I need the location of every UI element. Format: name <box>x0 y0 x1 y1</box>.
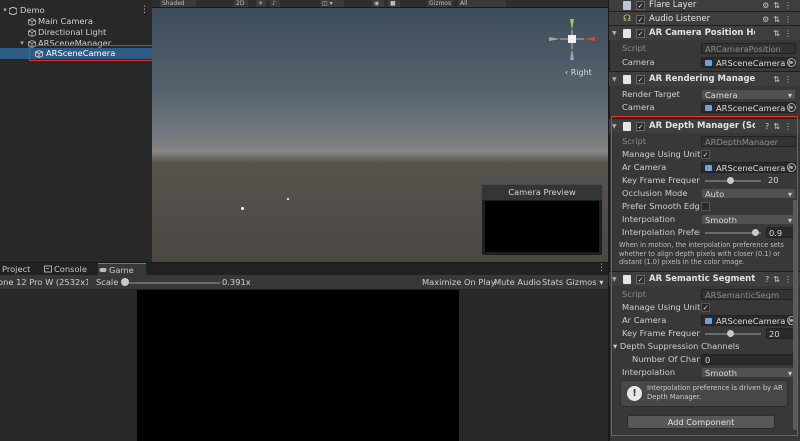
gizmos-dropdown[interactable]: Gizmos ▾ <box>566 275 603 290</box>
gizmo-view-label: ‹ Right <box>565 68 592 77</box>
component-header-ar-camera-position-helper[interactable]: ▼ ✓ AR Camera Position Helper ⇅⋮ <box>609 25 800 40</box>
hierarchy-item-directional-light[interactable]: Directional Light <box>0 27 152 38</box>
tab-console[interactable]: Console <box>43 263 95 275</box>
maximize-on-play-toggle[interactable]: Maximize On Play <box>422 275 496 290</box>
gizmos-dropdown[interactable]: Gizmos <box>427 0 453 7</box>
visibility-icon[interactable]: ◉ <box>372 0 384 7</box>
scene-view[interactable]: Shaded 2D ☀ ♪ ◫ ▾ ◉ ■ Gizmos All ‹ Right… <box>152 0 608 262</box>
component-enabled-checkbox[interactable]: ✓ <box>636 75 645 84</box>
scale-label: Scale <box>96 277 119 287</box>
unity-scene-icon <box>9 7 17 15</box>
expand-triangle-icon[interactable]: ▾ <box>1 5 9 16</box>
camera-preview-window: Camera Preview <box>481 184 603 256</box>
script-icon <box>623 75 631 84</box>
property-label: Camera <box>622 102 655 112</box>
camera-icon <box>705 105 712 111</box>
hierarchy-item-main-camera[interactable]: Main Camera <box>0 16 152 27</box>
component-header-icons[interactable]: ⇅⋮ <box>773 72 796 87</box>
camera-preview-title: Camera Preview <box>482 185 602 200</box>
annotation-highlight-box <box>611 116 798 436</box>
property-render-target: Render Target Camera <box>609 88 800 101</box>
render-target-dropdown[interactable]: Camera <box>701 89 796 100</box>
hierarchy-label: Directional Light <box>38 27 107 37</box>
object-picker-icon[interactable] <box>787 58 796 67</box>
camera-settings-icon[interactable]: ■ <box>388 0 400 7</box>
foldout-triangle-icon[interactable]: ▼ <box>612 72 617 87</box>
lighting-icon[interactable]: ☀ <box>256 0 266 7</box>
scale-slider-handle[interactable] <box>120 278 129 286</box>
object-picker-icon[interactable] <box>787 103 796 112</box>
kebab-menu-icon[interactable]: ⋮ <box>140 5 149 16</box>
scene-object-marker[interactable] <box>241 207 244 210</box>
shading-mode-dropdown[interactable]: Shaded <box>160 0 196 7</box>
tab-project[interactable]: Project <box>0 263 41 275</box>
component-header-ar-rendering-manager[interactable]: ▼ ✓ AR Rendering Manager (Sc ⇅⋮ <box>609 71 800 86</box>
tab-label: Game <box>109 265 134 275</box>
component-enabled-checkbox[interactable]: ✓ <box>636 1 645 10</box>
selection-highlight-box <box>29 45 153 61</box>
kebab-menu-icon[interactable]: ⋮ <box>597 263 606 274</box>
foldout-triangle-icon[interactable]: ▼ <box>612 26 617 41</box>
bottom-tab-bar: Project Console Game ⋮ <box>0 263 608 275</box>
audio-icon[interactable]: ♪ <box>270 0 280 7</box>
scale-value: 0.391x <box>222 277 251 287</box>
camera-object-field[interactable]: ARSceneCamera ( <box>701 57 796 68</box>
property-label: Render Target <box>622 89 680 99</box>
game-controller-icon <box>99 268 107 272</box>
game-render-view[interactable] <box>137 290 459 441</box>
camera-icon <box>705 60 712 66</box>
camera-object-field[interactable]: ARSceneCamera ( <box>701 102 796 113</box>
script-icon <box>623 29 631 38</box>
hierarchy-label: Demo <box>20 5 45 15</box>
resolution-dropdown[interactable]: one 12 Pro W (2532x11 ▾ <box>0 275 88 290</box>
scene-object-marker[interactable] <box>287 198 289 200</box>
component-enabled-checkbox[interactable]: ✓ <box>636 29 645 38</box>
object-value: ARSceneCamera ( <box>716 103 792 113</box>
gameobject-cube-icon <box>28 18 36 26</box>
console-icon <box>44 265 52 273</box>
game-toolbar: one 12 Pro W (2532x11 ▾ Scale 0.391x Max… <box>0 275 608 290</box>
flare-layer-icon <box>623 1 631 10</box>
gizmos-label: Gizmos <box>566 277 597 287</box>
component-title: AR Rendering Manager (Sc <box>649 74 755 84</box>
component-title: AR Camera Position Helper <box>649 28 755 38</box>
property-camera: Camera ARSceneCamera ( <box>609 56 800 69</box>
tab-game[interactable]: Game <box>98 263 146 275</box>
scene-search-input[interactable]: All <box>458 0 506 7</box>
property-label: Camera <box>622 57 655 67</box>
property-script: Script ARCameraPosition <box>609 42 800 55</box>
2d-toggle[interactable]: 2D <box>234 0 248 7</box>
resolution-value: one 12 Pro W (2532x11 <box>0 277 88 287</box>
script-field: ARCameraPosition <box>701 43 796 54</box>
component-enabled-checkbox[interactable]: ✓ <box>636 15 645 24</box>
headphones-icon: ☊ <box>623 14 631 24</box>
gizmo-right-label: Right <box>570 68 592 77</box>
hierarchy-panel: ▾ Demo ⋮ Main Camera Directional Light ▾… <box>0 0 153 262</box>
stats-toggle[interactable]: Stats <box>542 275 563 290</box>
tab-label: Console <box>54 264 87 274</box>
property-label: Script <box>622 43 647 53</box>
component-header-icons[interactable]: ⇅⋮ <box>773 26 796 41</box>
effects-dropdown[interactable]: ◫ ▾ <box>320 0 344 7</box>
property-camera: Camera ARSceneCamera ( <box>609 101 800 114</box>
mute-audio-toggle[interactable]: Mute Audio <box>494 275 541 290</box>
camera-preview-render <box>485 201 599 252</box>
hierarchy-item-demo[interactable]: ▾ Demo ⋮ <box>0 5 152 16</box>
object-value: ARSceneCamera ( <box>716 58 792 68</box>
hierarchy-label: Main Camera <box>38 16 94 26</box>
tab-label: Project <box>2 264 31 274</box>
scale-slider-track[interactable] <box>122 282 220 284</box>
scene-toolbar: Shaded 2D ☀ ♪ ◫ ▾ ◉ ■ Gizmos All <box>152 0 608 8</box>
component-header-audio-listener[interactable]: ☊ ✓ Audio Listener ⚙⇅⋮ <box>609 11 800 26</box>
gameobject-cube-icon <box>28 29 36 37</box>
